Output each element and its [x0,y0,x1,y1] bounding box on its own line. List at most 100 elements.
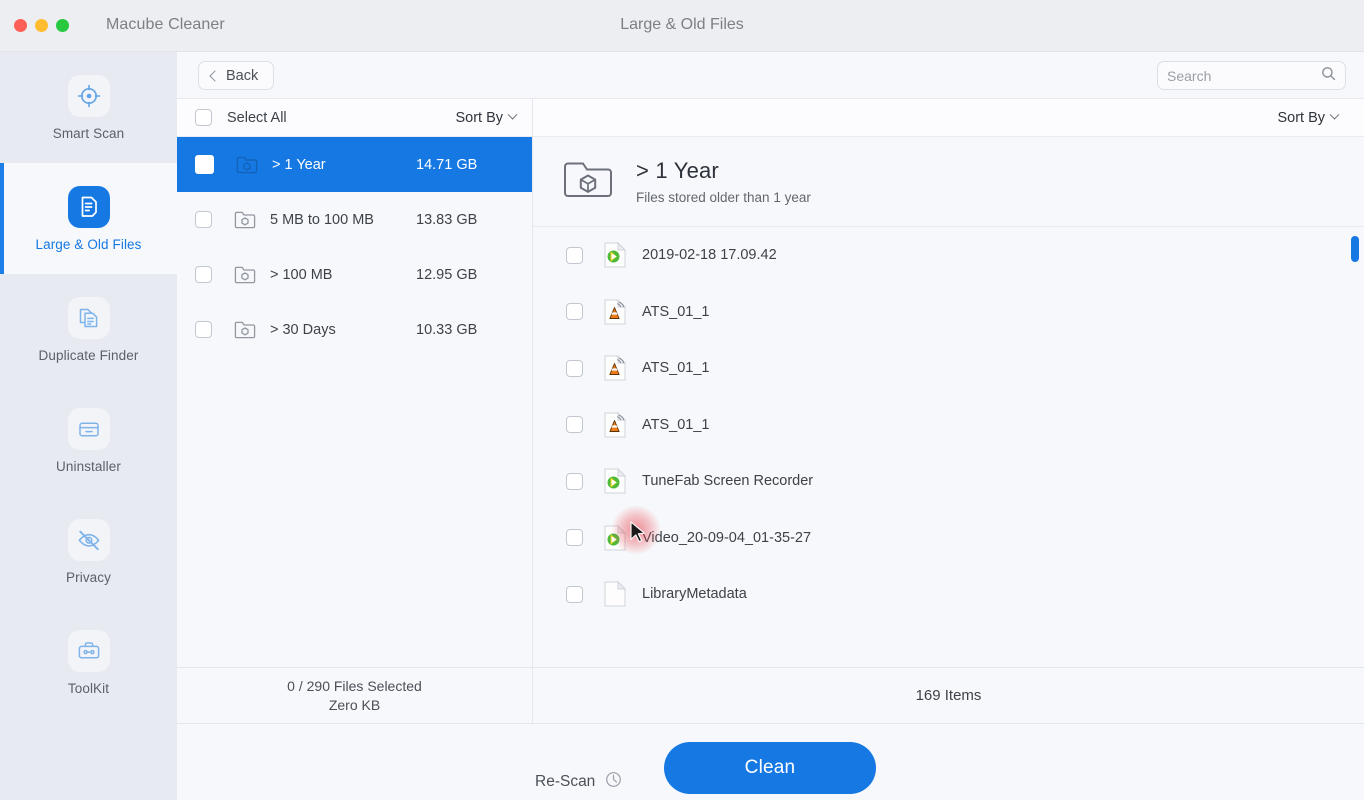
sidebar-item-duplicate-finder[interactable]: Duplicate Finder [0,274,177,385]
folder-box-icon [236,155,258,174]
file-name: LibraryMetadata [642,586,747,603]
category-size: 13.83 GB [416,211,478,228]
category-checkbox[interactable] [195,155,214,174]
item-count: 169 Items [915,687,982,704]
file-row[interactable]: Video_20-09-04_01-35-27 437.5 MB [533,510,1364,567]
file-checkbox[interactable] [566,416,583,434]
media-play-file-icon [604,242,627,268]
category-pane: Select All Sort By > 1 Year 14.71 GB 5 M… [177,99,533,667]
file-name: ATS_01_1 [642,360,710,377]
file-checkbox[interactable] [566,303,583,321]
page-title: > 1 Year [636,158,719,183]
category-name: > 100 MB [270,266,333,283]
document-edit-icon [67,185,110,228]
sidebar-item-toolkit[interactable]: ToolKit [0,607,177,718]
main-content: Back Select All Sort By [177,52,1364,800]
search-input[interactable] [1167,67,1321,84]
sort-by-label: Sort By [455,109,503,126]
clean-button[interactable]: Clean [664,742,876,794]
sidebar-item-label: Duplicate Finder [38,347,139,363]
duplicate-documents-icon [67,296,110,339]
rescan-button[interactable]: Re-Scan [535,771,622,793]
item-count-area: 169 Items [533,668,1364,723]
file-list-scrollbar[interactable] [1351,227,1359,666]
sidebar-item-label: Uninstaller [56,458,121,474]
footer-actions: Re-Scan Clean [177,724,1364,800]
select-all-checkbox[interactable] [195,109,212,126]
search-box[interactable] [1157,61,1346,90]
sidebar-item-uninstaller[interactable]: Uninstaller [0,385,177,496]
media-play-file-icon [604,468,627,494]
sort-by-label: Sort By [1277,109,1325,126]
window-title: Large & Old Files [620,16,744,33]
category-row[interactable]: > 30 Days 10.33 GB [177,302,532,357]
file-checkbox[interactable] [566,246,583,264]
folder-box-icon [562,157,614,206]
category-row[interactable]: 5 MB to 100 MB 13.83 GB [177,192,532,247]
sidebar-item-label: ToolKit [67,680,110,696]
page-subtitle: Files stored older than 1 year [636,190,811,205]
sort-by-dropdown-right[interactable]: Sort By [1277,109,1340,126]
blank-file-icon [604,581,627,607]
file-row[interactable]: ATS_01_1 506.7 MB [533,397,1364,454]
category-row[interactable]: > 100 MB 12.95 GB [177,247,532,302]
sidebar-item-large-old-files[interactable]: Large & Old Files [0,163,177,274]
toolbox-icon [67,629,110,672]
split-panes: Select All Sort By > 1 Year 14.71 GB 5 M… [177,99,1364,667]
target-icon [67,74,110,117]
folder-box-icon [234,210,256,229]
search-icon [1321,66,1336,86]
selection-summary: 0 / 290 Files Selected Zero KB [177,668,533,723]
file-row[interactable]: 2019-02-18 17.09.42 641.1 MB [533,227,1364,284]
file-checkbox[interactable] [566,472,583,490]
category-pane-header: Select All Sort By [177,99,532,137]
sidebar-item-privacy[interactable]: Privacy [0,496,177,607]
scrollbar-thumb[interactable] [1351,236,1359,262]
sort-by-dropdown-left[interactable]: Sort By [455,109,518,126]
file-name: 2019-02-18 17.09.42 [642,247,777,264]
file-name: ATS_01_1 [642,416,710,433]
sidebar-item-smart-scan[interactable]: Smart Scan [0,52,177,163]
archive-box-icon [67,407,110,450]
file-row[interactable]: LibraryMetadata 434.6 MB [533,566,1364,623]
category-name: > 1 Year [272,156,326,173]
app-window: Macube Cleaner Large & Old Files Smart S… [0,0,1364,800]
file-row[interactable]: TuneFab Screen Recorder 484.6 MB [533,453,1364,510]
vlc-file-icon [604,298,627,325]
titlebar: Macube Cleaner Large & Old Files [0,0,1364,52]
refresh-clock-icon [605,771,622,793]
chevron-left-icon [209,69,221,82]
file-checkbox[interactable] [566,585,583,603]
file-row[interactable]: ATS_01_1 506.7 MB [533,284,1364,341]
category-checkbox[interactable] [195,321,212,338]
category-name: > 30 Days [270,321,336,338]
folder-box-icon [234,265,256,284]
file-checkbox[interactable] [566,359,583,377]
statusbar: 0 / 290 Files Selected Zero KB 169 Items [177,667,1364,724]
files-selected-count: 0 / 290 Files Selected [287,678,422,694]
vlc-file-icon [604,355,627,381]
vlc-file-icon [604,411,627,438]
file-pane: Sort By > 1 Year Files stored older than… [533,99,1364,667]
category-size: 12.95 GB [416,266,478,283]
back-button[interactable]: Back [198,61,275,90]
category-name: 5 MB to 100 MB [270,211,374,228]
select-all-label: Select All [227,109,287,126]
category-checkbox[interactable] [195,266,212,283]
chevron-down-icon [1329,109,1340,120]
rescan-label: Re-Scan [535,773,596,790]
category-row[interactable]: > 1 Year 14.71 GB [177,137,532,192]
back-button-label: Back [226,67,259,84]
eye-off-icon [67,518,110,561]
media-play-file-icon [604,524,627,551]
file-checkbox[interactable] [566,529,583,547]
selected-size: Zero KB [328,697,381,713]
file-pane-title-block: > 1 Year Files stored older than 1 year [533,137,1364,227]
file-name: ATS_01_1 [642,303,710,320]
chevron-down-icon [507,109,518,120]
file-name: Video_20-09-04_01-35-27 [642,529,812,546]
category-checkbox[interactable] [195,211,212,228]
file-row[interactable]: ATS_01_1 506.7 MB [533,340,1364,397]
folder-box-icon [234,320,256,339]
file-name: TuneFab Screen Recorder [642,473,814,490]
